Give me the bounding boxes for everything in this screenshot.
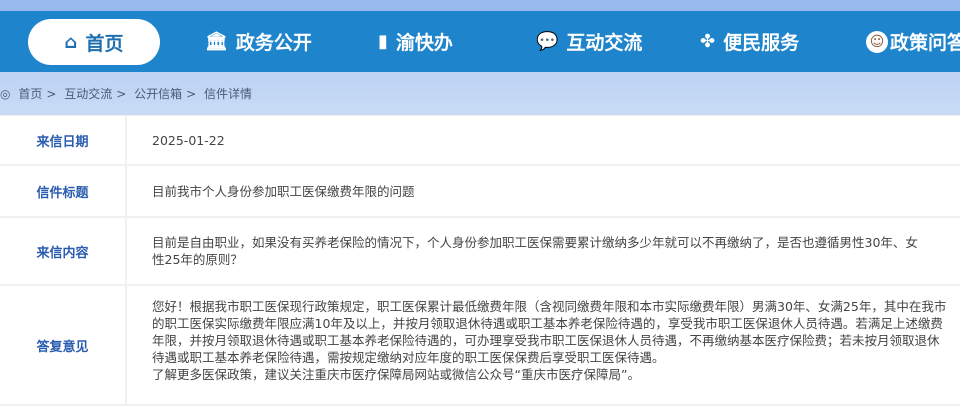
- chat-icon: 💬: [536, 31, 559, 52]
- date-value: 2025-01-22: [152, 132, 225, 148]
- row-content: 来信内容 目前是自由职业，如果没有买养老保险的情况下，个人身份参加职工医保需要累计…: [0, 218, 960, 286]
- nav-label: 政策问答: [890, 32, 960, 54]
- breadcrumb-sep: >: [46, 87, 57, 101]
- nav-label: 便民服务: [723, 32, 800, 54]
- breadcrumb-detail: 信件详情: [204, 87, 253, 101]
- row-reply: 答复意见 您好！根据我市职工医保现行政策规定，职工医保累计最低缴费年限（含视同缴费…: [0, 286, 960, 406]
- top-band: [0, 0, 960, 11]
- breadcrumb-home[interactable]: 首页: [18, 87, 42, 101]
- title-label: 信件标题: [0, 166, 127, 216]
- content-label: 来信内容: [0, 218, 127, 284]
- nav-label: 政务公开: [235, 32, 312, 54]
- breadcrumb-mailbox[interactable]: 公开信箱: [134, 87, 182, 101]
- breadcrumb-interaction[interactable]: 互动交流: [64, 87, 112, 101]
- nav-government-affairs[interactable]: 🏛 政务公开: [205, 11, 312, 72]
- breadcrumb: ◎ 首页 > 互动交流 > 公开信箱 > 信件详情: [0, 72, 960, 115]
- row-date: 来信日期 2025-01-22: [0, 116, 960, 166]
- nav-yukuaiban[interactable]: ▮ 渝快办: [378, 11, 453, 72]
- main-nav: ⌂ 首页 🏛 政务公开 ▮ 渝快办 💬 互动交流 ✤ 便民服务 ☺ 政策问答: [0, 11, 960, 72]
- nav-policy-qa[interactable]: ☺ 政策问答: [866, 11, 960, 72]
- document-icon: ▮: [378, 31, 388, 52]
- nav-services[interactable]: ✤ 便民服务: [700, 11, 799, 72]
- nav-label: 渝快办: [395, 32, 453, 54]
- home-icon: ⌂: [64, 31, 78, 53]
- row-title: 信件标题 目前我市个人身份参加职工医保缴费年限的问题: [0, 166, 960, 218]
- title-value: 目前我市个人身份参加职工医保缴费年限的问题: [152, 183, 415, 199]
- nav-home[interactable]: ⌂ 首页: [28, 19, 160, 65]
- reply-paragraph: 了解更多医保政策，建议关注重庆市医疗保障局网站或微信公众号“重庆市医疗保障局”。: [152, 367, 640, 382]
- avatar-icon: ☺: [866, 30, 888, 53]
- building-icon: 🏛: [205, 31, 228, 52]
- content-value: 目前是自由职业，如果没有买养老保险的情况下，个人身份参加职工医保需要累计缴纳多少…: [152, 235, 918, 267]
- nav-label: 互动交流: [566, 32, 643, 54]
- letter-detail-table: 来信日期 2025-01-22 信件标题 目前我市个人身份参加职工医保缴费年限的问题…: [0, 115, 960, 406]
- grid-icon: ✤: [700, 31, 716, 52]
- reply-value: 您好！根据我市职工医保现行政策规定，职工医保累计最低缴费年限（含视同缴费年限和本…: [127, 286, 960, 404]
- date-label: 来信日期: [0, 116, 127, 164]
- reply-label: 答复意见: [0, 286, 127, 404]
- breadcrumb-sep: >: [116, 87, 127, 101]
- breadcrumb-sep: >: [186, 87, 197, 101]
- nav-label: 首页: [85, 32, 124, 55]
- nav-interaction[interactable]: 💬 互动交流: [536, 11, 642, 72]
- reply-paragraph: 您好！根据我市职工医保现行政策规定，职工医保累计最低缴费年限（含视同缴费年限和本…: [152, 299, 947, 365]
- location-icon: ◎: [0, 87, 11, 101]
